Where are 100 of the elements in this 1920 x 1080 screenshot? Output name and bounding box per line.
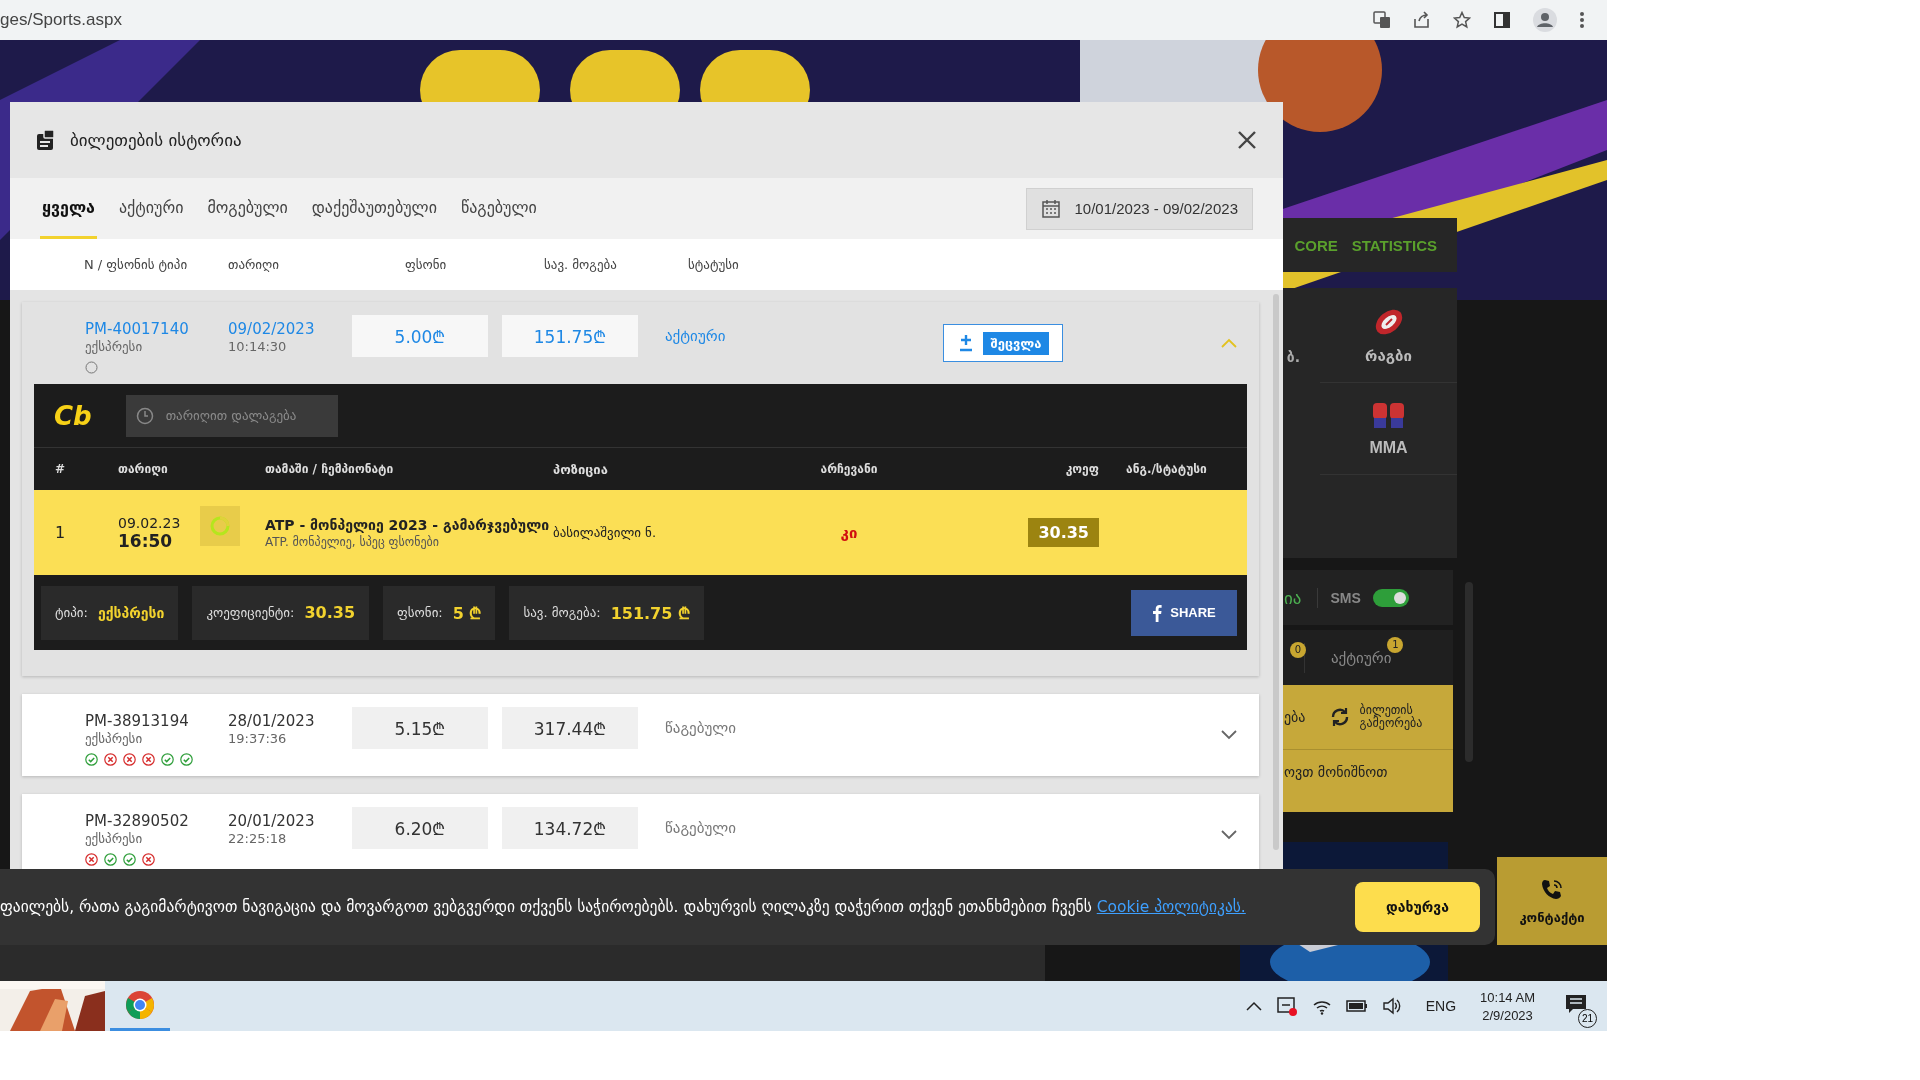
count-badge: 1 bbox=[1387, 636, 1404, 653]
menu-icon[interactable] bbox=[1579, 11, 1585, 29]
chevron-down-icon[interactable] bbox=[1221, 830, 1237, 840]
summary-value: 5 ₾ bbox=[452, 602, 482, 624]
edit-button[interactable]: შეცვლა bbox=[943, 324, 1063, 362]
ticket-card[interactable] bbox=[22, 302, 1259, 676]
row-number: 1 bbox=[55, 523, 67, 542]
potential-win-amount: 151.75₾ bbox=[502, 315, 638, 357]
filter-tab[interactable]: აქტიური bbox=[116, 178, 186, 239]
cookie-notice: ფაილებს, რათა გაგიმარტივოთ ნავიგაცია და მოვარგოთ ვებგვერდი თქვენს საჭიროებებს. დახურვის ღილაკზე დაჭერით თქვენ ეთანხმებით ჩვენს Cookie პოლიტიკას. bbox=[0, 898, 1247, 916]
selection-pick: კი bbox=[839, 523, 859, 542]
stake-amount: 5.00₾ bbox=[352, 315, 488, 357]
clock-icon bbox=[135, 406, 154, 425]
event-date: 09.02.23 bbox=[118, 514, 182, 531]
cookie-policy-link[interactable]: Cookie პოლიტიკას. bbox=[1096, 898, 1246, 916]
volume-icon[interactable] bbox=[1381, 997, 1402, 1015]
scrollbar[interactable] bbox=[1273, 294, 1279, 850]
close-icon[interactable] bbox=[1237, 130, 1257, 150]
phone-icon bbox=[1540, 877, 1564, 902]
filter-tab[interactable]: მოგებული bbox=[205, 178, 290, 239]
odds-badge: 30.35 bbox=[1028, 518, 1099, 547]
column-header: თარიღი bbox=[228, 257, 280, 272]
statistics-tab[interactable]: STATISTICS bbox=[1351, 236, 1437, 254]
summary-label: ფსონი: bbox=[397, 605, 443, 620]
lost-icon bbox=[123, 753, 136, 766]
chevron-up-icon[interactable] bbox=[1245, 1001, 1262, 1011]
share-icon[interactable] bbox=[1413, 11, 1431, 29]
event-name: ATP - მონპელიე 2023 - გამარჯვებული bbox=[265, 516, 551, 535]
filter-tab[interactable]: დაქეშაუთებული bbox=[309, 178, 439, 239]
summary-value: ექსპრესი bbox=[97, 604, 165, 621]
profile-icon[interactable] bbox=[1533, 8, 1557, 32]
security-icon[interactable] bbox=[1275, 995, 1298, 1017]
column-header: N / ფსონის ტიპი bbox=[84, 257, 188, 272]
ticket-status: წაგებული bbox=[665, 719, 738, 737]
bet-type: ექსპრესი bbox=[85, 339, 144, 354]
clock-time[interactable]: 10:14 AM bbox=[1480, 989, 1535, 1005]
sms-label: SMS bbox=[1330, 589, 1361, 606]
column-header: ფსონი bbox=[405, 257, 447, 272]
ticket-time: 22:25:18 bbox=[228, 831, 288, 846]
summary-label: კოეფიციენტი: bbox=[206, 605, 295, 620]
action-label: ება bbox=[1284, 709, 1306, 725]
column-header: სტატუსი bbox=[688, 257, 739, 272]
lost-icon bbox=[142, 853, 155, 866]
chevron-down-icon[interactable] bbox=[1221, 730, 1237, 740]
ticket-time: 10:14:30 bbox=[228, 339, 288, 354]
side-panel-icon[interactable] bbox=[1493, 11, 1511, 29]
repeat-ticket-button[interactable]: ბილეთის გამეორება bbox=[1359, 703, 1446, 731]
column-header: სავ. მოგება bbox=[544, 257, 617, 272]
filter-tab[interactable]: წაგებული bbox=[458, 178, 539, 239]
ticket-status: წაგებული bbox=[665, 819, 738, 837]
star-icon[interactable] bbox=[1453, 11, 1471, 29]
potential-win-amount: 317.44₾ bbox=[502, 707, 638, 749]
contact-button[interactable]: კონტაქტი bbox=[1497, 857, 1607, 945]
summary-label: სავ. მოგება: bbox=[523, 605, 601, 620]
sport-label: ბ. bbox=[1286, 349, 1300, 367]
summary-label: ტიპი: bbox=[55, 605, 88, 620]
close-button[interactable]: დახურვა bbox=[1355, 882, 1480, 932]
market-position: ბასილაშვილი ნ. bbox=[553, 525, 658, 540]
column-header: ანგ./სტატუსი bbox=[1125, 462, 1208, 476]
notification-icon[interactable] bbox=[1565, 994, 1587, 1014]
league-name: ATP. მონპელიე, სპეც ფსონები bbox=[265, 534, 440, 549]
column-header: # bbox=[55, 462, 67, 476]
column-header: თარიღი bbox=[118, 462, 169, 476]
bet-type: ექსპრესი bbox=[85, 731, 144, 746]
ticket-date: 09/02/2023 bbox=[228, 320, 316, 338]
notification-count: 21 bbox=[1578, 1009, 1597, 1028]
column-header: თამაში / ჩემპიონატი bbox=[264, 462, 395, 476]
ticket-status: აქტიური bbox=[665, 327, 727, 345]
ticket-date: 20/01/2023 bbox=[228, 812, 316, 830]
column-header: არჩევანი bbox=[819, 462, 879, 476]
potential-win-amount: 134.72₾ bbox=[502, 807, 638, 849]
clock-date[interactable]: 2/9/2023 bbox=[1482, 1007, 1533, 1023]
summary-value: 151.75 ₾ bbox=[610, 602, 690, 624]
won-icon bbox=[85, 753, 98, 766]
count-badge: 0 bbox=[1290, 641, 1306, 658]
address-bar-url[interactable]: ges/Sports.aspx bbox=[0, 10, 122, 30]
won-icon bbox=[180, 753, 193, 766]
ticket-number: PM-40017140 bbox=[85, 320, 190, 338]
statistics-tab[interactable]: CORE bbox=[1294, 236, 1338, 254]
summary-value: 30.35 bbox=[304, 603, 356, 622]
lost-icon bbox=[142, 753, 155, 766]
sport-tile[interactable]: რაგბი bbox=[1320, 288, 1457, 383]
language-indicator[interactable]: ENG bbox=[1425, 998, 1457, 1014]
hint-text: ოვთ მონიშნოთ bbox=[1283, 763, 1389, 780]
pending-icon bbox=[85, 361, 98, 374]
gloves-icon bbox=[1370, 400, 1407, 431]
translate-icon[interactable] bbox=[1373, 11, 1391, 29]
modal-title: ბილეთების ისტორია bbox=[70, 130, 243, 150]
share-button[interactable]: SHARE bbox=[1131, 589, 1237, 636]
sport-tile[interactable]: MMA bbox=[1320, 383, 1457, 475]
won-icon bbox=[161, 753, 174, 766]
won-icon bbox=[104, 853, 117, 866]
stake-amount: 5.15₾ bbox=[352, 707, 488, 749]
date-range-button[interactable]: 10/01/2023 - 09/02/2023 bbox=[1025, 187, 1253, 230]
ticket-icon bbox=[36, 129, 56, 151]
battery-icon[interactable] bbox=[1345, 999, 1368, 1013]
event-time: 16:50 bbox=[118, 530, 174, 551]
ticket-card[interactable]: PM-38913194 ექსპრესი 28/01/2023 19:37:36 5.15₾ 317.44₾ წაგებული bbox=[22, 694, 1259, 776]
sms-toggle[interactable] bbox=[1372, 588, 1409, 607]
ticket-number: PM-38913194 bbox=[85, 712, 190, 730]
